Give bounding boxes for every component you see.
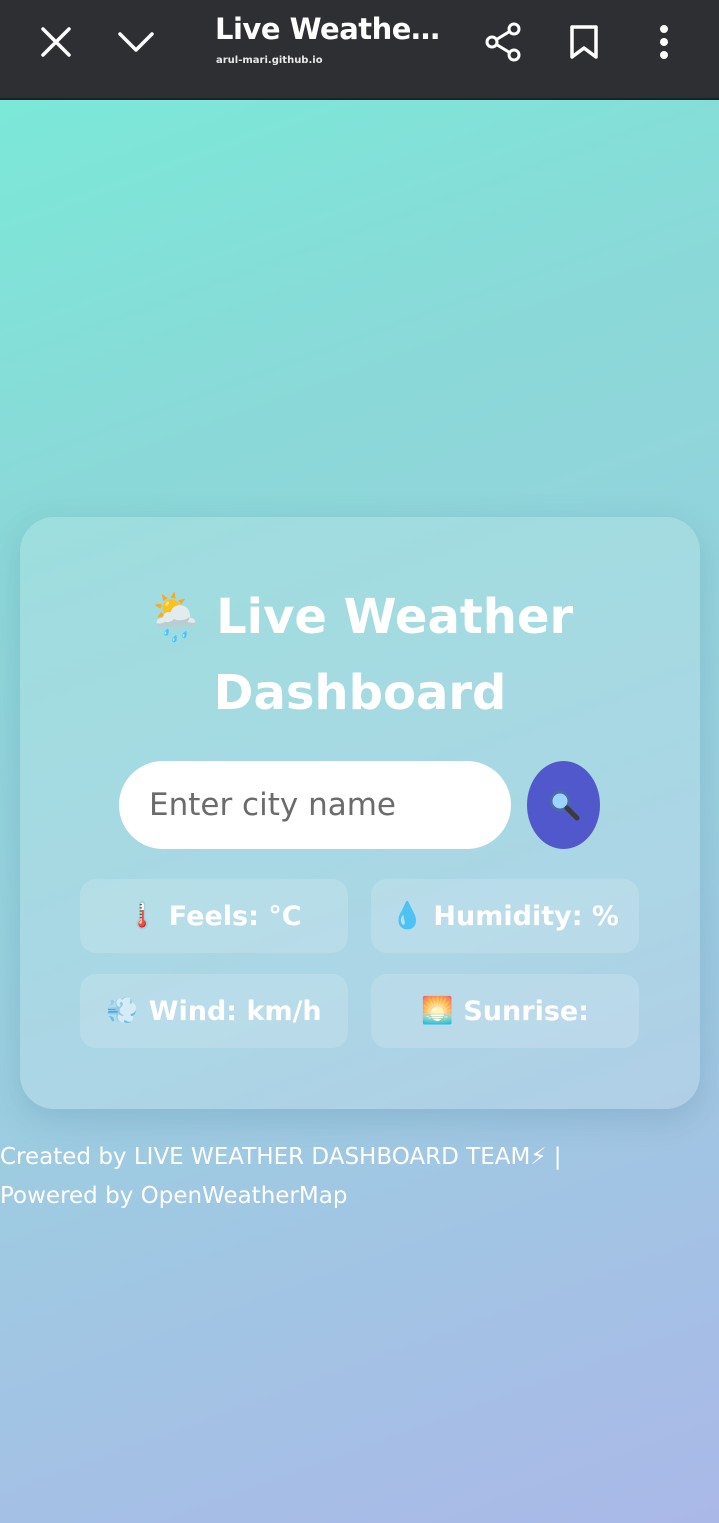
- title-line-1: Live Weather: [216, 589, 574, 645]
- wind-stat: 💨 Wind: km/h: [80, 974, 348, 1048]
- close-icon: [41, 27, 71, 57]
- wind-label: Wind: km/h: [148, 995, 322, 1027]
- more-options-button[interactable]: [640, 18, 688, 66]
- search-button[interactable]: [527, 761, 600, 849]
- city-search-input[interactable]: [119, 761, 511, 849]
- bookmark-icon: [570, 25, 598, 59]
- browser-toolbar: Live Weathe… arul-mari.github.io: [0, 0, 719, 100]
- chevron-down-icon: [118, 32, 154, 52]
- sunrise-stat: 🌅 Sunrise:: [371, 974, 639, 1048]
- search-icon: [549, 790, 579, 821]
- page-footer: Created by LIVE WEATHER DASHBOARD TEAM⚡ …: [0, 1138, 640, 1216]
- more-vertical-icon: [660, 25, 668, 59]
- droplet-icon: 💧: [391, 901, 424, 931]
- share-icon: [485, 22, 521, 62]
- footer-credit: Created by LIVE WEATHER DASHBOARD TEAM⚡ …: [0, 1144, 562, 1170]
- feels-like-stat: 🌡️ Feels: °C: [80, 879, 348, 953]
- close-button[interactable]: [32, 18, 80, 66]
- weather-emoji-icon: 🌦️: [146, 590, 205, 644]
- collapse-button[interactable]: [112, 18, 160, 66]
- footer-powered-by: Powered by OpenWeatherMap: [0, 1183, 348, 1209]
- share-button[interactable]: [480, 18, 528, 66]
- feels-like-label: Feels: °C: [168, 900, 302, 932]
- sunrise-icon: 🌅: [420, 996, 454, 1026]
- humidity-label: Humidity: %: [433, 900, 619, 932]
- dashboard-title: 🌦️ Live Weather Dashboard: [20, 579, 700, 731]
- sunrise-label: Sunrise:: [463, 995, 589, 1027]
- title-line-2: Dashboard: [213, 665, 507, 721]
- bookmark-button[interactable]: [560, 18, 608, 66]
- weather-card: 🌦️Live Weather Dashboard 🌡️ Feels: °C 💧 …: [20, 517, 700, 1109]
- page-title: Live Weathe…: [215, 12, 440, 46]
- thermometer-icon: 🌡️: [126, 901, 159, 931]
- page-url: arul-mari.github.io: [216, 55, 323, 66]
- humidity-stat: 💧 Humidity: %: [371, 879, 639, 953]
- wind-icon: 💨: [106, 996, 139, 1026]
